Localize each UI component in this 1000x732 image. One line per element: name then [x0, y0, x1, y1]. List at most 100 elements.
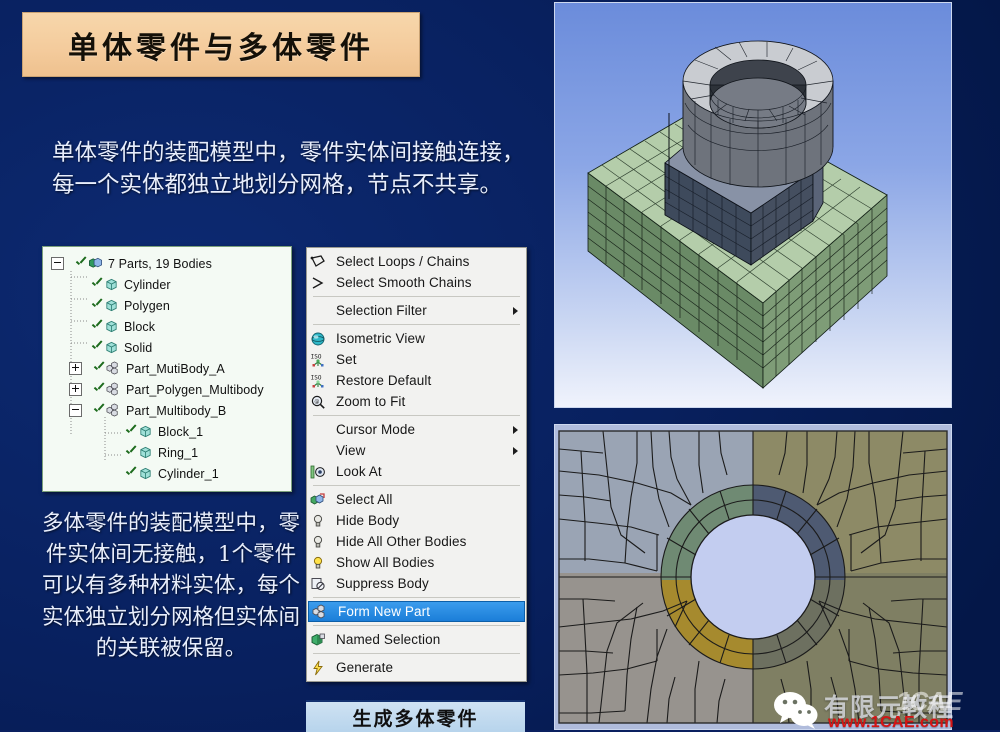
menu-item-label: Look At: [336, 464, 382, 479]
tree-item-ring-1[interactable]: Ring_1: [43, 442, 291, 463]
multibody-part-icon: [312, 604, 324, 618]
menu-item-label: Generate: [336, 660, 394, 675]
menu-item-restore-default[interactable]: ISO Restore Default: [307, 370, 526, 391]
iso-set-icon: ISO: [310, 351, 330, 368]
menu-item-cursor-mode[interactable]: Cursor Mode: [307, 419, 526, 440]
mesh-detail-viewport: [554, 424, 952, 730]
menu-item-label: Zoom to Fit: [336, 394, 406, 409]
tree-expander-spacer: [103, 468, 114, 479]
tree-item-label: Cylinder: [124, 277, 171, 292]
tree-expander-spacer: [69, 279, 80, 290]
tree-expander-collapse[interactable]: [51, 257, 64, 270]
iso-set-icon: ISO: [310, 353, 323, 366]
menu-item-isometric-view[interactable]: Isometric View: [307, 328, 526, 349]
menu-item-generate[interactable]: Generate: [307, 657, 526, 678]
tree-expander-spacer: [69, 321, 80, 332]
tree-item-solid[interactable]: Solid: [43, 337, 291, 358]
tree-check-icon: [90, 299, 103, 312]
paragraph-multi-body: 多体零件的装配模型中，零件实体间无接触，1个零件可以有多种材料实体，每个实体独立…: [42, 511, 301, 661]
body-icon: [106, 278, 117, 291]
menu-item-hide-all-other-bodies[interactable]: Hide All Other Bodies: [307, 531, 526, 552]
tree-item-polygen[interactable]: Polygen: [43, 295, 291, 316]
paragraph-single-body: 单体零件的装配模型中，零件实体间接触连接，每一个实体都独立地划分网格，节点不共享…: [52, 140, 525, 198]
tree-expander-expand[interactable]: [69, 362, 82, 375]
submenu-arrow-icon: [513, 446, 518, 455]
tree-check-icon: [90, 278, 103, 291]
bottom-banner-label: 生成多体零件: [352, 707, 479, 730]
tree-expander-spacer: [103, 447, 114, 458]
menu-item-suppress-body[interactable]: Suppress Body: [307, 573, 526, 594]
bulb-off-icon: [310, 533, 330, 550]
logo-1cae: 1CAE: [896, 686, 962, 716]
smooth-chain-icon: [312, 276, 323, 289]
menu-icon-placeholder: [310, 302, 330, 319]
zoom-fit-icon: @: [310, 393, 330, 410]
tree-check-icon: [124, 446, 137, 459]
svg-text:@: @: [314, 399, 319, 405]
tree-expander-collapse[interactable]: [69, 404, 82, 417]
model-tree-panel[interactable]: 7 Parts, 19 Bodies Cylinder Polygen Bloc…: [42, 246, 292, 492]
tree-item-label: Ring_1: [158, 445, 199, 460]
iso-restore-icon: ISO: [310, 374, 323, 387]
menu-separator: [313, 415, 520, 416]
tree-item-label: Polygen: [124, 298, 170, 313]
menu-item-label: Set: [336, 352, 357, 367]
menu-item-zoom-to-fit[interactable]: @ Zoom to Fit: [307, 391, 526, 412]
tree-item-cylinder[interactable]: Cylinder: [43, 274, 291, 295]
multibody-part-icon: [106, 403, 118, 417]
tree-item-block[interactable]: Block: [43, 316, 291, 337]
menu-separator: [313, 653, 520, 654]
tree-item-cylinder-1[interactable]: Cylinder_1: [43, 463, 291, 484]
menu-item-form-new-part[interactable]: Form New Part: [308, 601, 525, 622]
tree-check-icon: [90, 341, 103, 354]
page-title: 单体零件与多体零件: [68, 30, 374, 66]
tree-item-part-mutibody-a[interactable]: Part_MutiBody_A: [43, 358, 291, 379]
bulb-off-icon: [313, 514, 322, 526]
bulb-on-icon: [313, 556, 322, 568]
menu-item-view[interactable]: View: [307, 440, 526, 461]
tree-check-icon: [90, 320, 103, 333]
tree-item-label: 7 Parts, 19 Bodies: [108, 256, 212, 271]
loop-select-icon: [310, 254, 325, 267]
bulb-off-icon: [310, 512, 330, 529]
menu-icon-placeholder: [310, 421, 330, 438]
page-title-box: 单体零件与多体零件: [22, 12, 420, 77]
tree-check-icon: [124, 425, 137, 438]
menu-item-select-loops-chains[interactable]: Select Loops / Chains: [307, 251, 526, 272]
submenu-arrow-icon: [513, 306, 518, 315]
tree-item-label: Cylinder_1: [158, 466, 219, 481]
context-menu[interactable]: Select Loops / Chains Select Smooth Chain…: [306, 247, 527, 682]
tree-check-icon: [92, 362, 105, 375]
menu-item-look-at[interactable]: Look At: [307, 461, 526, 482]
model-3d-viewport: 1CAE.COM: [554, 2, 952, 408]
menu-item-show-all-bodies[interactable]: Show All Bodies: [307, 552, 526, 573]
tree-item-part-polygen-multibody[interactable]: Part_Polygen_Multibody: [43, 379, 291, 400]
menu-item-named-selection[interactable]: Named Selection: [307, 629, 526, 650]
tree-expander-spacer: [69, 300, 80, 311]
multibody-part-icon: [106, 382, 118, 396]
meshed-solid-model-graphic: [555, 3, 951, 407]
isometric-sphere-icon: [311, 332, 324, 345]
isometric-sphere-icon: [310, 330, 330, 347]
look-at-icon: [310, 465, 325, 478]
menu-item-hide-body[interactable]: Hide Body: [307, 510, 526, 531]
tree-item-7-parts-19-bodies[interactable]: 7 Parts, 19 Bodies: [43, 253, 291, 274]
menu-item-label: Selection Filter: [336, 303, 427, 318]
body-icon: [140, 467, 151, 480]
tree-item-part-multibody-b[interactable]: Part_Multibody_B: [43, 400, 291, 421]
menu-item-select-smooth-chains[interactable]: Select Smooth Chains: [307, 272, 526, 293]
bottom-banner: 生成多体零件: [306, 700, 525, 732]
tree-item-block-1[interactable]: Block_1: [43, 421, 291, 442]
svg-text:ISO: ISO: [310, 374, 321, 381]
menu-item-selection-filter[interactable]: Selection Filter: [307, 300, 526, 321]
tree-item-label: Part_Polygen_Multibody: [126, 382, 264, 397]
tree-expander-expand[interactable]: [69, 383, 82, 396]
menu-separator: [313, 324, 520, 325]
menu-item-select-all[interactable]: Select All: [307, 489, 526, 510]
menu-item-set[interactable]: ISO Set: [307, 349, 526, 370]
svg-text:ISO: ISO: [310, 353, 321, 360]
named-selection-icon: [310, 631, 330, 648]
menu-item-label: Form New Part: [338, 604, 431, 619]
suppress-icon: [311, 577, 325, 590]
tree-item-label: Block_1: [158, 424, 204, 439]
